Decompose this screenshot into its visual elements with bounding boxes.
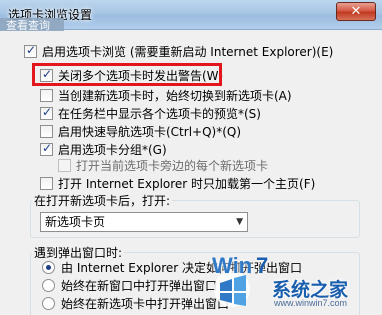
popup-radio-new-window[interactable]: 始终在新窗口中打开弹出窗口 [42, 276, 217, 294]
option-label: 在任务栏中显示各个选项卡的预览*(S) [58, 106, 261, 121]
option-quick-tabs[interactable]: 启用快速导航选项卡(Ctrl+Q)*(Q) [40, 122, 241, 140]
option-label: 打开当前选项卡旁边的每个新选项卡 [76, 158, 269, 173]
new-tab-group-title: 在打开新选项卡后，打开: [32, 192, 173, 209]
radio-button[interactable] [42, 296, 55, 310]
option-open-adjacent[interactable]: 打开当前选项卡旁边的每个新选项卡 [58, 156, 268, 174]
option-label: 当创建新选项卡时，始终切换到新选项卡(A) [58, 88, 292, 103]
watermark-logo: Win 7 系统之家 www.winwin7.com [210, 253, 378, 311]
watermark-url: www.winwin7.com [274, 298, 348, 308]
radio-button[interactable] [42, 278, 55, 292]
radio-label: 始终在新窗口中打开弹出窗口 [61, 278, 218, 293]
checkbox[interactable] [40, 105, 53, 120]
radio-button[interactable] [42, 260, 55, 274]
new-tab-select[interactable]: 新选项卡页 ▼ [40, 212, 248, 232]
popup-radio-new-tab[interactable]: 始终在新选项卡中打开弹出窗口 [42, 294, 229, 312]
select-value: 新选项卡页 [45, 215, 106, 229]
option-taskbar-preview[interactable]: 在任务栏中显示各个选项卡的预览*(S) [40, 104, 261, 122]
option-label: 启用选项卡浏览 (需要重新启动 Internet Explorer)(E) [42, 44, 334, 59]
close-button[interactable]: ✕ [336, 2, 376, 21]
option-label: 打开 Internet Explorer 时只加载第一个主页(F) [58, 176, 316, 191]
checkbox[interactable] [24, 43, 37, 58]
option-load-home-first[interactable]: 打开 Internet Explorer 时只加载第一个主页(F) [40, 174, 315, 192]
option-enable-tabbed[interactable]: 启用选项卡浏览 (需要重新启动 Internet Explorer)(E) [24, 42, 333, 60]
checkbox[interactable] [40, 124, 53, 138]
option-switch-new[interactable]: 当创建新选项卡时，始终切换到新选项卡(A) [40, 86, 292, 104]
watermark-brand-number: 7 [256, 253, 269, 278]
highlight-box [32, 63, 222, 86]
option-label: 启用快速导航选项卡(Ctrl+Q)*(Q) [58, 124, 242, 139]
radio-label: 始终在新选项卡中打开弹出窗口 [61, 296, 230, 311]
checkbox[interactable] [40, 176, 53, 190]
checkbox[interactable] [40, 88, 53, 102]
option-label: 启用选项卡分组*(G) [58, 142, 167, 157]
close-icon: ✕ [350, 4, 362, 19]
checkbox[interactable] [58, 158, 71, 172]
chevron-down-icon: ▼ [236, 217, 243, 227]
watermark-brand: Win [212, 253, 253, 278]
checkbox[interactable] [40, 141, 53, 156]
